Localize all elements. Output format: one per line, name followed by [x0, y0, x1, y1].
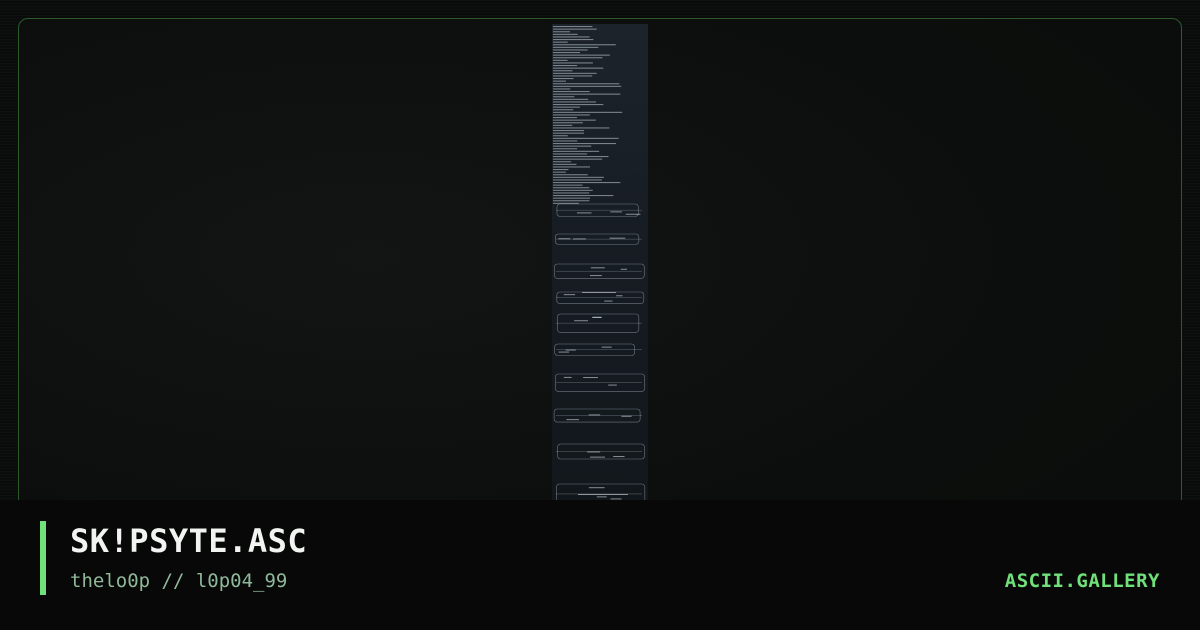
accent-bar [40, 521, 46, 595]
art-author: thelo0p // l0p04_99 [70, 570, 288, 592]
ascii-art-image [553, 26, 646, 500]
caption-bar [0, 500, 1200, 630]
ascii-art-preview[interactable] [552, 24, 648, 500]
site-brand[interactable]: ASCII.GALLERY [1005, 570, 1160, 592]
art-title: SK!PSYTE.ASC [70, 522, 308, 560]
